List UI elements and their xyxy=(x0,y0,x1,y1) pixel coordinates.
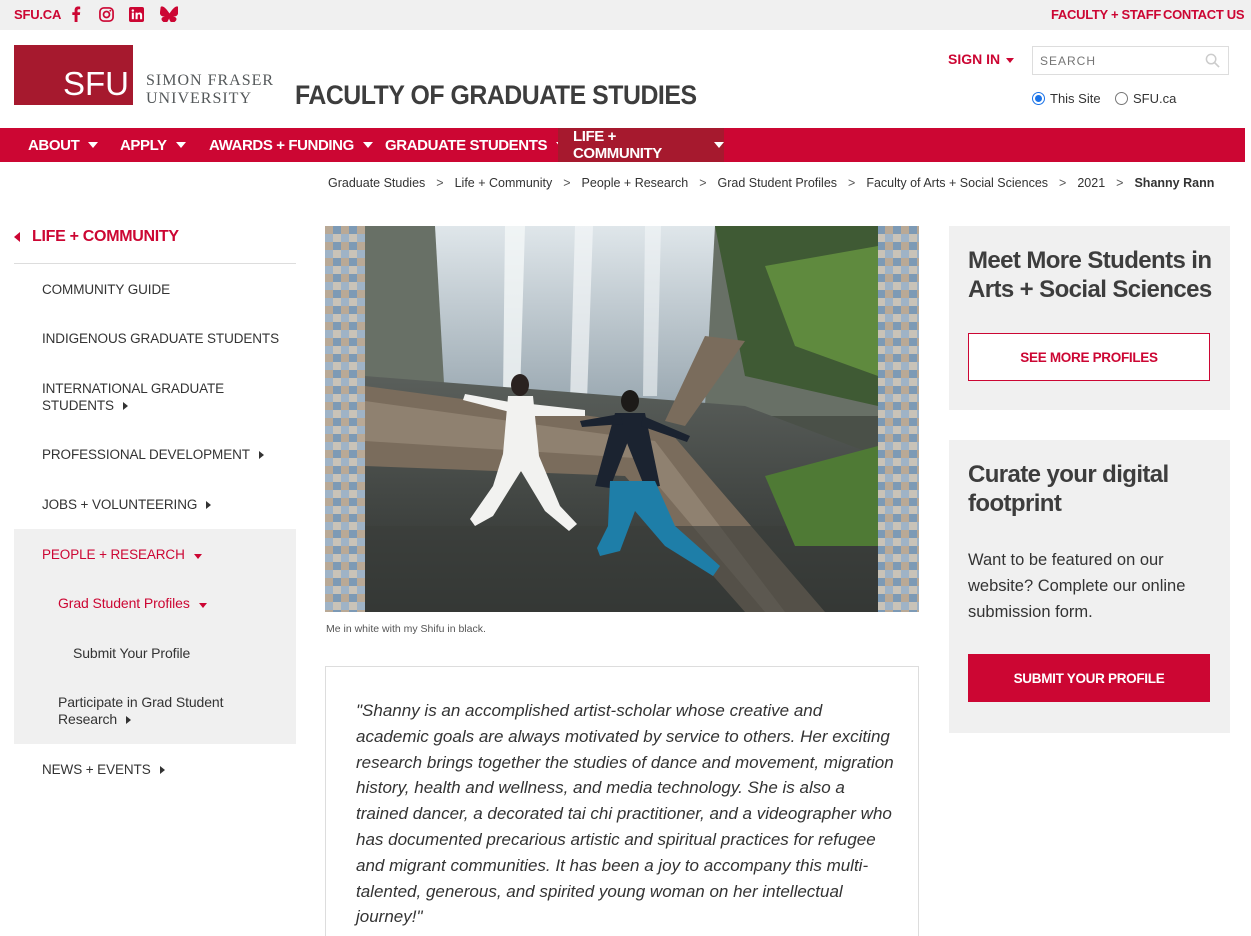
utility-bar: SFU.CA FACULTY + STAFF CONTACT US xyxy=(0,0,1251,30)
radio-sfu-ca-label: SFU.ca xyxy=(1133,91,1177,106)
sidebar-item-international-line2: STUDENTS xyxy=(42,398,114,413)
nav-about-label: ABOUT xyxy=(28,136,80,154)
sidebar-item-community-guide[interactable]: COMMUNITY GUIDE xyxy=(42,281,170,298)
nav-graduate-students-label: GRADUATE STUDENTS xyxy=(385,136,548,154)
nav-awards-label: AWARDS + FUNDING xyxy=(209,136,354,154)
card-title-meet-more: Meet More Students in Arts + Social Scie… xyxy=(968,247,1212,303)
chevron-right-icon xyxy=(206,501,212,509)
nav-about[interactable]: ABOUT xyxy=(28,128,99,162)
nav-awards-funding[interactable]: AWARDS + FUNDING xyxy=(209,128,373,162)
nav-life-community[interactable]: LIFE + COMMUNITY xyxy=(558,128,724,162)
supervisor-quote: "Shanny is an accomplished artist-schola… xyxy=(356,701,894,927)
radio-button-selected[interactable] xyxy=(1032,92,1045,105)
radio-this-site-label: This Site xyxy=(1050,91,1101,106)
nav-apply-label: APPLY xyxy=(120,136,167,154)
faculty-staff-link[interactable]: FACULTY + STAFF xyxy=(1051,7,1161,22)
sidebar-item-people-label: PEOPLE + RESEARCH xyxy=(42,547,185,562)
breadcrumb-grad-student-profiles[interactable]: Grad Student Profiles xyxy=(718,176,838,190)
radio-button[interactable] xyxy=(1115,92,1128,105)
sign-in-button[interactable]: SIGN IN xyxy=(948,51,1015,67)
breadcrumb-graduate-studies[interactable]: Graduate Studies xyxy=(328,176,425,190)
sfu-logo[interactable]: SFU xyxy=(14,45,133,105)
nav-apply[interactable]: APPLY xyxy=(120,128,186,162)
chevron-down-icon xyxy=(175,142,186,148)
breadcrumb-2021[interactable]: 2021 xyxy=(1077,176,1105,190)
chevron-down-icon xyxy=(193,554,202,559)
chevron-left-icon xyxy=(14,232,20,242)
breadcrumb-faculty-arts[interactable]: Faculty of Arts + Social Sciences xyxy=(866,176,1048,190)
bluesky-icon[interactable] xyxy=(160,5,178,23)
sidebar-item-grad-student-profiles[interactable]: Grad Student Profiles xyxy=(58,595,207,612)
card-title-curate: Curate your digital footprint xyxy=(968,461,1169,517)
breadcrumb-people-research[interactable]: People + Research xyxy=(582,176,689,190)
logo-text: SFU xyxy=(63,65,129,102)
sidebar-item-grad-profiles-label: Grad Student Profiles xyxy=(58,595,190,611)
breadcrumb-separator: > xyxy=(563,176,571,190)
meet-more-students-card: Meet More Students in Arts + Social Scie… xyxy=(949,226,1230,410)
search-icon[interactable] xyxy=(1205,53,1220,73)
chevron-down-icon xyxy=(88,142,99,148)
breadcrumb: Graduate Studies > Life + Community > Peop… xyxy=(328,176,1214,190)
see-more-profiles-button[interactable]: SEE MORE PROFILES xyxy=(968,333,1210,381)
sidebar-item-international[interactable]: INTERNATIONAL GRADUATE STUDENTS xyxy=(42,380,224,414)
radio-this-site[interactable]: This Site xyxy=(1032,91,1101,106)
chevron-right-icon xyxy=(126,716,132,724)
quote-box: "Shanny is an accomplished artist-schola… xyxy=(325,666,919,936)
radio-sfu-ca[interactable]: SFU.ca xyxy=(1115,91,1176,106)
sidebar-item-international-line1: INTERNATIONAL GRADUATE xyxy=(42,381,225,396)
chevron-down-icon xyxy=(362,142,373,148)
sidebar-item-indigenous[interactable]: INDIGENOUS GRADUATE STUDENTS xyxy=(42,330,279,347)
card-body-curate: Want to be featured on our website? Comp… xyxy=(968,551,1186,621)
profile-photo xyxy=(325,226,919,612)
sidebar-item-jobs-label: JOBS + VOLUNTEERING xyxy=(42,497,198,512)
breadcrumb-life-community[interactable]: Life + Community xyxy=(455,176,553,190)
sidebar-item-participate-line2: Research xyxy=(58,711,118,727)
university-name-line2: UNIVERSITY xyxy=(146,90,252,107)
instagram-icon[interactable] xyxy=(97,5,115,23)
search-box xyxy=(1032,46,1229,75)
linkedin-icon[interactable] xyxy=(127,5,145,23)
chevron-right-icon xyxy=(122,402,128,410)
breadcrumb-separator: > xyxy=(1116,176,1124,190)
sidebar-item-professional-label: PROFESSIONAL DEVELOPMENT xyxy=(42,447,250,462)
breadcrumb-current: Shanny Rann xyxy=(1134,176,1215,190)
facebook-icon[interactable] xyxy=(67,5,85,23)
sidebar-item-participate-line1: Participate in Grad Student xyxy=(58,694,224,710)
sidebar-heading[interactable]: LIFE + COMMUNITY xyxy=(14,228,179,246)
sidebar-item-people-research[interactable]: PEOPLE + RESEARCH xyxy=(42,546,202,563)
sidebar-item-submit-your-profile[interactable]: Submit Your Profile xyxy=(73,645,190,662)
nav-life-community-label: LIFE + COMMUNITY xyxy=(573,128,662,162)
breadcrumb-separator: > xyxy=(699,176,707,190)
chevron-down-icon xyxy=(198,603,207,608)
sidebar-item-news-label: NEWS + EVENTS xyxy=(42,762,151,777)
sidebar-item-professional-development[interactable]: PROFESSIONAL DEVELOPMENT xyxy=(42,446,264,463)
chevron-right-icon xyxy=(258,451,264,459)
search-input[interactable] xyxy=(1033,47,1203,74)
chevron-down-icon xyxy=(714,142,724,148)
sidebar-item-participate-research[interactable]: Participate in Grad Student Research xyxy=(58,694,224,728)
breadcrumb-separator: > xyxy=(848,176,856,190)
main-navigation: ABOUT APPLY AWARDS + FUNDING GRADUATE ST… xyxy=(0,128,1245,162)
curate-footprint-card: Curate your digital footprint Want to be… xyxy=(949,440,1230,733)
photo-scene xyxy=(365,226,878,612)
contact-us-link[interactable]: CONTACT US xyxy=(1163,7,1245,22)
faculty-title[interactable]: FACULTY OF GRADUATE STUDIES xyxy=(295,80,697,111)
nav-graduate-students[interactable]: GRADUATE STUDENTS xyxy=(385,128,567,162)
photo-caption: Me in white with my Shifu in black. xyxy=(326,623,486,635)
university-name-line1: SIMON FRASER xyxy=(146,72,275,89)
breadcrumb-separator: > xyxy=(1059,176,1067,190)
chevron-right-icon xyxy=(159,766,165,774)
chevron-down-icon xyxy=(1006,57,1015,63)
breadcrumb-separator: > xyxy=(436,176,444,190)
sign-in-label: SIGN IN xyxy=(948,51,1001,67)
sidebar-item-jobs-volunteering[interactable]: JOBS + VOLUNTEERING xyxy=(42,496,212,513)
sidebar-heading-label: LIFE + COMMUNITY xyxy=(32,228,179,245)
sfu-ca-link[interactable]: SFU.CA xyxy=(14,7,61,22)
sidebar-divider xyxy=(14,263,296,264)
submit-your-profile-button[interactable]: SUBMIT YOUR PROFILE xyxy=(968,654,1210,702)
sidebar-item-news-events[interactable]: NEWS + EVENTS xyxy=(42,761,165,778)
